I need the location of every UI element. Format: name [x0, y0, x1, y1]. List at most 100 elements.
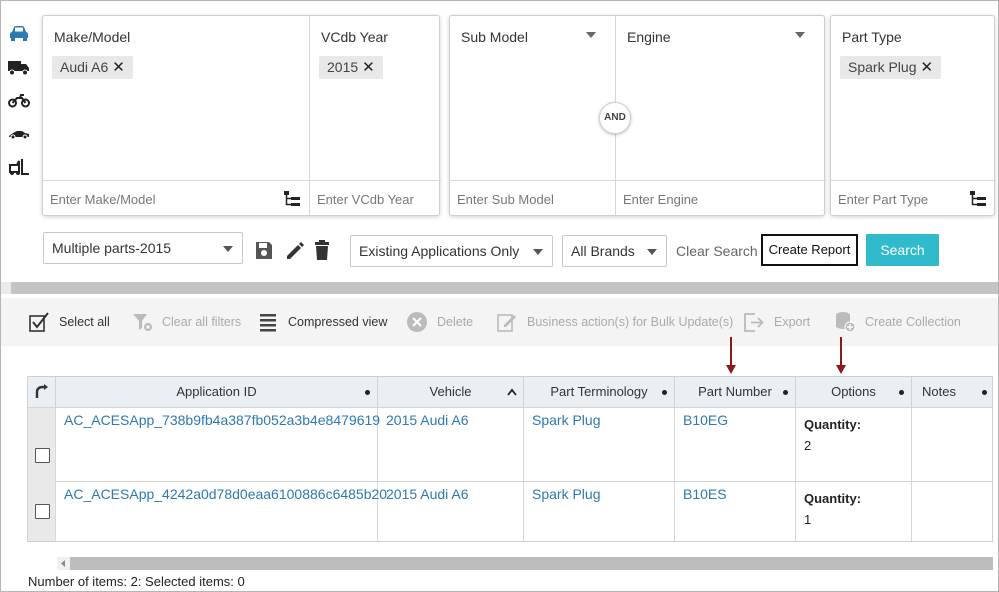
part-number-cell[interactable]: B10ES: [675, 482, 796, 541]
create-collection-button[interactable]: Create Collection: [834, 298, 961, 346]
notes-cell: [912, 482, 992, 541]
export-label: Export: [774, 315, 811, 329]
quantity-label: Quantity:: [804, 417, 862, 432]
part-terminology-link[interactable]: Spark Plug: [532, 412, 600, 428]
sort-ascending-icon[interactable]: [507, 388, 517, 396]
part-terminology-cell[interactable]: Spark Plug: [524, 408, 675, 482]
row-select-cell[interactable]: [28, 482, 56, 541]
quantity-value: 2: [804, 438, 812, 453]
make-model-chip-label: Audi A6: [60, 59, 109, 75]
saved-search-select[interactable]: Multiple parts-2015: [43, 232, 243, 264]
table-row[interactable]: AC_ACESApp_4242a0d78d0eaa6100886c6485b20…: [28, 482, 992, 541]
engine-dropdown-icon[interactable]: [795, 32, 805, 38]
forklift-icon[interactable]: [8, 158, 30, 176]
part-number-link[interactable]: B10EG: [683, 412, 728, 428]
row-checkbox[interactable]: [35, 504, 50, 519]
vehicle-link[interactable]: 2015 Audi A6: [386, 486, 469, 502]
bulk-edit-icon: [497, 314, 516, 332]
car-icon[interactable]: [8, 24, 30, 42]
application-id-cell[interactable]: AC_ACESApp_4242a0d78d0eaa6100886c6485b20: [56, 482, 387, 541]
search-button[interactable]: Search: [866, 234, 939, 266]
vcdb-year-chip: 2015 ✕: [319, 56, 383, 79]
vehicle-cell[interactable]: 2015 Audi A6: [378, 408, 524, 482]
column-menu-icon[interactable]: [365, 390, 370, 395]
column-label: Notes: [922, 384, 956, 399]
column-header-options[interactable]: Options: [796, 377, 912, 408]
sub-model-dropdown-icon[interactable]: [586, 32, 596, 38]
compressed-view-button[interactable]: Compressed view: [259, 298, 387, 346]
vcdb-year-input[interactable]: Enter VCdb Year: [310, 180, 441, 215]
part-terminology-cell[interactable]: Spark Plug: [524, 482, 675, 541]
column-menu-icon[interactable]: [662, 390, 667, 395]
scrollbar-left-cap[interactable]: [1, 282, 11, 294]
sports-car-icon[interactable]: [8, 125, 30, 143]
bulk-update-button[interactable]: Business action(s) for Bulk Update(s): [496, 298, 733, 346]
grid-status-bar: Number of items: 2: Selected items: 0: [28, 574, 245, 589]
chip-remove-icon[interactable]: ✕: [920, 59, 933, 76]
vehicle-link[interactable]: 2015 Audi A6: [386, 412, 469, 428]
table-row[interactable]: AC_ACESApp_738b9fb4a387fb052a3b4e8479619…: [28, 408, 992, 482]
export-icon: [744, 313, 764, 332]
select-all-button[interactable]: Select all: [28, 298, 110, 346]
brands-filter-select[interactable]: All Brands: [562, 235, 667, 267]
applications-grid: Application ID Vehicle Part Terminology …: [27, 376, 993, 542]
vehicle-cell[interactable]: 2015 Audi A6: [378, 482, 524, 541]
column-menu-icon[interactable]: [783, 390, 788, 395]
column-menu-icon[interactable]: [982, 390, 987, 395]
column-label: Application ID: [176, 384, 257, 399]
column-header-notes[interactable]: Notes: [912, 377, 992, 408]
part-type-header: Part Type: [842, 29, 902, 45]
part-type-input[interactable]: Enter Part Type: [831, 180, 996, 215]
application-id-link[interactable]: AC_ACESApp_738b9fb4a387fb052a3b4e8479619: [64, 412, 380, 428]
notes-cell: [912, 408, 992, 482]
part-type-chip: Spark Plug ✕: [840, 56, 942, 79]
clear-search-button[interactable]: Clear Search: [676, 243, 758, 259]
part-terminology-link[interactable]: Spark Plug: [532, 486, 600, 502]
delete-label: Delete: [437, 315, 474, 329]
make-model-input[interactable]: Enter Make/Model: [43, 180, 310, 215]
tree-view-icon[interactable]: [283, 190, 301, 208]
truck-icon[interactable]: [8, 58, 30, 76]
clear-filters-button[interactable]: Clear all filters: [131, 298, 241, 346]
part-type-panel: Part Type Spark Plug ✕ Enter Part Type: [830, 15, 996, 216]
and-operator-badge[interactable]: AND: [599, 102, 631, 134]
vcdb-year-header: VCdb Year: [321, 29, 388, 45]
create-report-button[interactable]: Create Report: [761, 234, 858, 266]
options-cell: Quantity: 1: [796, 482, 912, 541]
trash-icon[interactable]: [312, 239, 332, 261]
row-select-cell[interactable]: [28, 408, 56, 482]
chip-remove-icon[interactable]: ✕: [112, 59, 125, 76]
select-all-label: Select all: [59, 315, 110, 329]
column-label: Vehicle: [429, 384, 472, 399]
application-id-link[interactable]: AC_ACESApp_4242a0d78d0eaa6100886c6485b20: [64, 486, 387, 502]
tree-view-icon[interactable]: [969, 190, 987, 208]
column-header-part-terminology[interactable]: Part Terminology: [524, 377, 675, 408]
export-button[interactable]: Export: [743, 298, 810, 346]
column-header-vehicle[interactable]: Vehicle: [378, 377, 524, 408]
applications-filter-select[interactable]: Existing Applications Only: [350, 235, 553, 267]
scroll-left-button[interactable]: [57, 557, 70, 570]
brands-filter-value: All Brands: [571, 243, 635, 259]
column-header-part-number[interactable]: Part Number: [675, 377, 796, 408]
horizontal-scrollbar[interactable]: [11, 282, 998, 294]
chip-remove-icon[interactable]: ✕: [362, 59, 375, 76]
engine-header: Engine: [627, 29, 671, 45]
application-id-cell[interactable]: AC_ACESApp_738b9fb4a387fb052a3b4e8479619: [56, 408, 380, 482]
motorcycle-icon[interactable]: [8, 92, 30, 110]
bulk-update-label: Business action(s) for Bulk Update(s): [527, 315, 734, 329]
row-checkbox[interactable]: [35, 448, 50, 463]
grid-horizontal-scrollbar[interactable]: [57, 557, 993, 570]
delete-button[interactable]: Delete: [406, 298, 473, 346]
compressed-view-label: Compressed view: [288, 315, 388, 329]
make-model-column: Make/Model Audi A6 ✕ Enter Make/Model: [43, 16, 310, 215]
column-menu-icon[interactable]: [899, 390, 904, 395]
column-header-application-id[interactable]: Application ID: [56, 377, 378, 408]
edit-icon[interactable]: [284, 239, 304, 261]
engine-input[interactable]: Enter Engine: [616, 180, 826, 215]
sub-model-input[interactable]: Enter Sub Model: [450, 180, 616, 215]
part-number-cell[interactable]: B10EG: [675, 408, 796, 482]
save-icon[interactable]: [254, 239, 274, 261]
part-number-link[interactable]: B10ES: [683, 486, 727, 502]
column-chooser-button[interactable]: [28, 377, 56, 408]
scroll-left-icon: [61, 560, 65, 567]
